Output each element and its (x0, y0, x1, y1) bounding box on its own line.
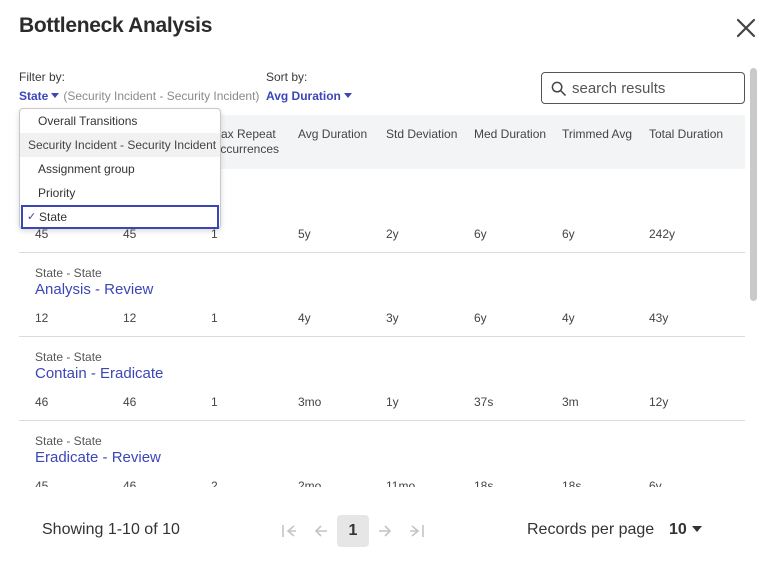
filter-label: Filter by: (19, 70, 66, 84)
table-cell: 3m (562, 395, 579, 409)
table-cell: 3mo (298, 395, 322, 409)
check-icon: ✓ (27, 211, 37, 223)
filter-value: State (19, 89, 49, 103)
filter-dropdown-menu: Overall Transitions Security Incident - … (19, 108, 221, 229)
table-cell: 1y (386, 395, 399, 409)
records-per-page-select[interactable]: 10 (669, 521, 702, 539)
first-page-icon[interactable] (273, 515, 305, 547)
table-row: State - State Analysis - Review 12 12 1 … (19, 253, 745, 337)
column-header-trimmed-avg: Trimmed Avg (562, 127, 633, 141)
filter-row: State (Security Incident - Security Incid… (19, 89, 259, 103)
column-header-std-deviation: Std Deviation (386, 127, 458, 141)
table-cell: 45 (35, 227, 49, 241)
last-page-icon[interactable] (401, 515, 433, 547)
table-cell: 46 (123, 479, 137, 487)
filter-option-assignment-group[interactable]: Assignment group (20, 157, 220, 181)
table-cell: 6y (474, 227, 487, 241)
table-cell: 45 (123, 227, 137, 241)
prev-page-icon[interactable] (305, 515, 337, 547)
filter-option-state[interactable]: ✓ State (21, 205, 219, 229)
close-icon[interactable] (734, 16, 758, 40)
table-cell: 4y (562, 311, 575, 325)
scrollbar[interactable] (750, 68, 757, 301)
filter-context: (Security Incident - Security Incident) (63, 89, 260, 103)
table-cell: 6y (649, 479, 662, 487)
table-cell: 6y (474, 311, 487, 325)
table-cell: 12y (649, 395, 669, 409)
table-cell: 1 (211, 311, 218, 325)
row-subtitle: State - State (35, 350, 102, 364)
chevron-down-icon (343, 93, 352, 98)
page-title: Bottleneck Analysis (19, 14, 213, 37)
table-row: State - State Eradicate - Review 45 46 2… (19, 421, 745, 487)
column-header-avg-duration: Avg Duration (298, 127, 368, 141)
table-cell: 12 (35, 311, 49, 325)
table-cell: 37s (474, 395, 494, 409)
table-row: State - State Contain - Eradicate 46 46 … (19, 337, 745, 421)
records-per-page-value: 10 (669, 521, 687, 538)
chevron-down-icon (51, 93, 60, 98)
table-cell: 46 (35, 395, 49, 409)
table-cell: 2y (386, 227, 399, 241)
table-cell: 18s (474, 479, 494, 487)
search-input[interactable] (572, 79, 732, 97)
pagination (0, 515, 773, 547)
table-cell: 5y (298, 227, 311, 241)
records-per-page-label: Records per page (527, 521, 655, 538)
search-icon (551, 81, 566, 96)
sort-label: Sort by: (266, 70, 308, 84)
row-transition-link[interactable]: Analysis - Review (35, 281, 153, 298)
row-transition-link[interactable]: Contain - Eradicate (35, 365, 163, 382)
table-cell: 46 (123, 395, 137, 409)
table-cell: 4y (298, 311, 311, 325)
table-cell: 45 (35, 479, 49, 487)
table-cell: 43y (649, 311, 669, 325)
search-box[interactable] (541, 72, 745, 104)
chevron-down-icon (691, 526, 702, 532)
filter-group-header: Security Incident - Security Incident (20, 133, 220, 157)
filter-option-overall-transitions[interactable]: Overall Transitions (20, 109, 220, 133)
row-transition-link[interactable]: Eradicate - Review (35, 449, 161, 466)
sort-dropdown[interactable]: Avg Duration (266, 89, 352, 103)
table-cell: 1 (211, 227, 218, 241)
table-cell: 242y (649, 227, 676, 241)
page-button-current[interactable]: 1 (337, 515, 369, 547)
sort-value: Avg Duration (266, 89, 341, 103)
filter-option-label: State (39, 210, 68, 224)
row-subtitle: State - State (35, 434, 102, 448)
row-subtitle: State - State (35, 266, 102, 280)
table-cell: 3y (386, 311, 399, 325)
table-cell: 2 (211, 479, 218, 487)
column-header-max-repeat: Max Repeat Occurrences (211, 127, 280, 156)
table-cell: 1 (211, 395, 218, 409)
table-cell: 11mo (386, 479, 416, 487)
column-header-med-duration: Med Duration (474, 127, 547, 141)
table-cell: 18s (562, 479, 582, 487)
filter-dropdown[interactable]: State (19, 89, 60, 103)
table-cell: 6y (562, 227, 575, 241)
table-cell: 12 (123, 311, 137, 325)
filter-option-priority[interactable]: Priority (20, 181, 220, 205)
next-page-icon[interactable] (369, 515, 401, 547)
column-header-total-duration: Total Duration (649, 127, 724, 141)
table-cell: 2mo (298, 479, 322, 487)
